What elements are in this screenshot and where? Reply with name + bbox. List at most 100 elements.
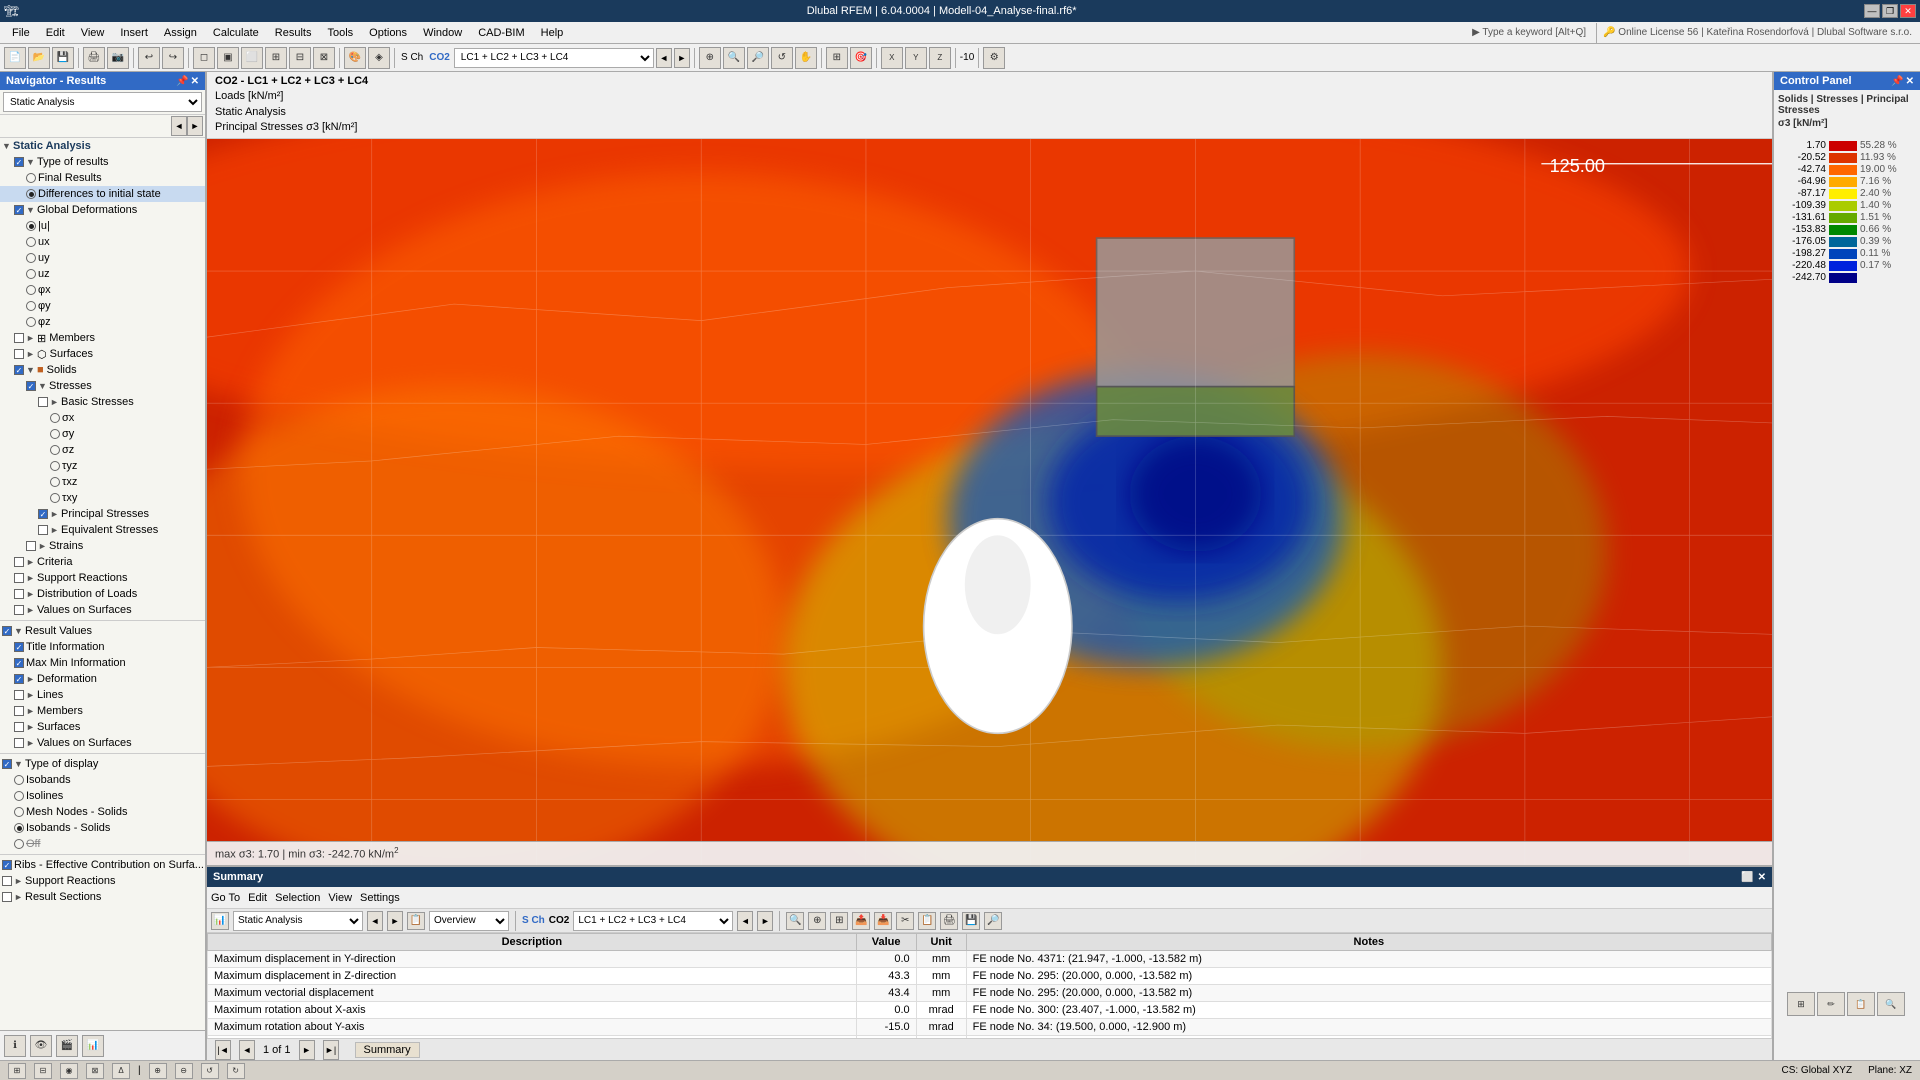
nav-criteria[interactable]: ► Criteria [0, 554, 205, 570]
nav-close-btn[interactable]: ✕ [191, 76, 199, 87]
rp-icon3[interactable]: 📋 [1847, 992, 1875, 1016]
differences-radio[interactable] [26, 189, 36, 199]
summary-tb1[interactable]: 🔍 [786, 912, 804, 930]
sigmax-radio[interactable] [50, 413, 60, 423]
nav-ribs[interactable]: Ribs - Effective Contribution on Surfa..… [0, 857, 205, 873]
nav-next-btn[interactable]: ► [187, 116, 203, 136]
sigmaz-radio[interactable] [50, 445, 60, 455]
status-btn6[interactable]: ⊕ [149, 1063, 167, 1079]
principal-checkbox[interactable] [38, 509, 48, 519]
analysis-type-combo[interactable]: Static Analysis [3, 92, 202, 112]
zoom-in[interactable]: 🔍 [723, 47, 745, 69]
global-def-checkbox[interactable] [14, 205, 24, 215]
footer-prev-btn[interactable]: ◄ [239, 1040, 255, 1060]
summary-view-combo[interactable]: Overview [429, 911, 509, 931]
settings-btn-extra[interactable]: ⚙ [983, 47, 1005, 69]
tauyz-radio[interactable] [50, 461, 60, 471]
sigmay-radio[interactable] [50, 429, 60, 439]
phiz-radio[interactable] [26, 317, 36, 327]
off-radio[interactable] [14, 839, 24, 849]
menu-assign[interactable]: Assign [156, 25, 205, 41]
snap-btn[interactable]: 🎯 [850, 47, 872, 69]
menu-view[interactable]: View [73, 25, 113, 41]
criteria-checkbox[interactable] [14, 557, 24, 567]
mesh-nodes-radio[interactable] [14, 807, 24, 817]
isobands-solids-radio[interactable] [14, 823, 24, 833]
view-btn-5[interactable]: ⊟ [289, 47, 311, 69]
zoom-fit[interactable]: ⊕ [699, 47, 721, 69]
new-button[interactable]: 📄 [4, 47, 26, 69]
deformation-checkbox[interactable] [14, 674, 24, 684]
open-button[interactable]: 📂 [28, 47, 50, 69]
equivalent-checkbox[interactable] [38, 525, 48, 535]
status-btn9[interactable]: ↻ [227, 1063, 245, 1079]
menu-edit[interactable]: Edit [38, 25, 73, 41]
members-checkbox[interactable] [14, 333, 24, 343]
summary-tb4[interactable]: 📤 [852, 912, 870, 930]
summary-tb2[interactable]: ⊕ [808, 912, 826, 930]
nav-differences[interactable]: Differences to initial state [0, 186, 205, 202]
nav-final-results[interactable]: Final Results [0, 170, 205, 186]
footer-first-btn[interactable]: |◄ [215, 1040, 231, 1060]
summary-overview-icon[interactable]: 📋 [407, 912, 425, 930]
dist-loads-checkbox[interactable] [14, 589, 24, 599]
type-display-checkbox[interactable] [2, 759, 12, 769]
nav-strains[interactable]: ► Strains [0, 538, 205, 554]
status-btn8[interactable]: ↺ [201, 1063, 219, 1079]
nav-uy[interactable]: uy [0, 250, 205, 266]
status-btn1[interactable]: ⊞ [8, 1063, 26, 1079]
summary-edit[interactable]: Edit [248, 892, 267, 904]
menu-file[interactable]: File [4, 25, 38, 41]
summary-case-prev[interactable]: ◄ [737, 911, 753, 931]
uz-radio[interactable] [26, 269, 36, 279]
nav-members[interactable]: ► ⊞ Members [0, 330, 205, 346]
y-axis-btn[interactable]: Y [905, 47, 927, 69]
nav-isobands[interactable]: Isobands [0, 772, 205, 788]
summary-goto[interactable]: Go To [211, 892, 240, 904]
summary-case-next[interactable]: ► [757, 911, 773, 931]
nav-title-info[interactable]: Title Information [0, 639, 205, 655]
grid-btn[interactable]: ⊞ [826, 47, 848, 69]
footer-next-btn[interactable]: ► [299, 1040, 315, 1060]
nav-stresses[interactable]: ▼ Stresses [0, 378, 205, 394]
nav-chart-btn[interactable]: 📊 [82, 1035, 104, 1057]
nav-eye-btn[interactable]: 👁 [30, 1035, 52, 1057]
nav-tau-xz[interactable]: τxz [0, 474, 205, 490]
summary-selection[interactable]: Selection [275, 892, 320, 904]
nav-sigma-z[interactable]: σz [0, 442, 205, 458]
pan-btn[interactable]: ✋ [795, 47, 817, 69]
nav-members2[interactable]: ► Members [0, 703, 205, 719]
nav-support-reactions[interactable]: ► Support Reactions [0, 570, 205, 586]
footer-summary-tab[interactable]: Summary [355, 1042, 420, 1058]
print-button[interactable]: 🖨 [83, 47, 105, 69]
next-case-button[interactable]: ► [674, 48, 690, 68]
nav-video-btn[interactable]: 🎬 [56, 1035, 78, 1057]
nav-u[interactable]: |u| [0, 218, 205, 234]
strains-checkbox[interactable] [26, 541, 36, 551]
restore-button[interactable]: ❐ [1882, 4, 1898, 18]
load-case-combo[interactable]: LC1 + LC2 + LC3 + LC4 [454, 48, 654, 68]
nav-tau-xy[interactable]: τxy [0, 490, 205, 506]
undo-button[interactable]: ↩ [138, 47, 160, 69]
status-btn7[interactable]: ⊖ [175, 1063, 193, 1079]
stresses-checkbox[interactable] [26, 381, 36, 391]
values-surfaces-checkbox[interactable] [14, 605, 24, 615]
nav-deformation[interactable]: ► Deformation [0, 671, 205, 687]
nav-off[interactable]: Off [0, 836, 205, 852]
nav-lines[interactable]: ► Lines [0, 687, 205, 703]
surfaces2-checkbox[interactable] [14, 722, 24, 732]
wire-btn[interactable]: ◈ [368, 47, 390, 69]
minimize-button[interactable]: — [1864, 4, 1880, 18]
nav-type-of-results[interactable]: ▼ Type of results [0, 154, 205, 170]
result-values-checkbox[interactable] [2, 626, 12, 636]
nav-values-surfaces2[interactable]: ► Values on Surfaces [0, 735, 205, 751]
summary-tb5[interactable]: 📥 [874, 912, 892, 930]
nav-solids[interactable]: ▼ ■ Solids [0, 362, 205, 378]
status-btn2[interactable]: ⊟ [34, 1063, 52, 1079]
nav-sigma-x[interactable]: σx [0, 410, 205, 426]
x-axis-btn[interactable]: X [881, 47, 903, 69]
footer-last-btn[interactable]: ►| [323, 1040, 339, 1060]
summary-case-combo[interactable]: LC1 + LC2 + LC3 + LC4 [573, 911, 733, 931]
uy-radio[interactable] [26, 253, 36, 263]
nav-global-deformations[interactable]: ▼ Global Deformations [0, 202, 205, 218]
